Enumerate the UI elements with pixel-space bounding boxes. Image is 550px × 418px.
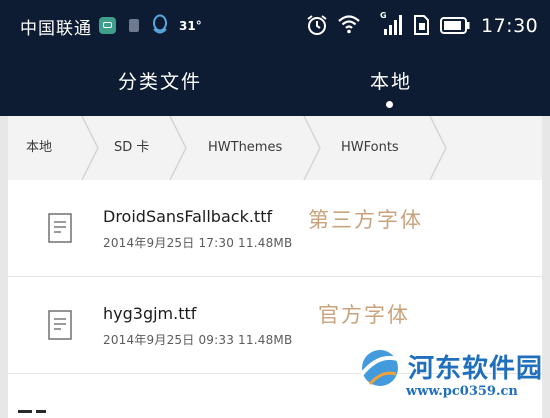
- wifi-icon: [338, 15, 360, 34]
- tab-categories[interactable]: 分类文件: [118, 67, 202, 94]
- breadcrumb-sd-card[interactable]: SD 卡: [114, 116, 149, 180]
- document-icon: [48, 310, 72, 340]
- alarm-icon: [307, 15, 327, 35]
- file-meta: 2014年9月25日 09:33 11.48MB: [103, 333, 293, 347]
- watermark-name: 河东软件园: [408, 354, 544, 384]
- site-watermark: 河东软件园 www.pc0359.cn: [356, 342, 546, 414]
- breadcrumb-local[interactable]: 本地: [26, 116, 52, 180]
- document-icon: [48, 213, 72, 243]
- file-annotation: 第三方字体: [308, 208, 423, 232]
- chevron-right-icon: [169, 116, 187, 180]
- sim-card-icon: [414, 15, 429, 35]
- svg-text:G: G: [380, 11, 387, 20]
- battery-icon: [440, 17, 470, 34]
- chevron-right-icon: [303, 116, 321, 180]
- file-name: hyg3gjm.ttf: [103, 304, 197, 323]
- status-bar: 中国联通 31° G 17:30: [0, 0, 550, 55]
- breadcrumb-hwthemes[interactable]: HWThemes: [208, 116, 282, 180]
- carrier-name: 中国联通: [20, 19, 92, 39]
- watermark-url: www.pc0359.cn: [406, 384, 518, 399]
- app-notification-icon: [99, 17, 116, 34]
- file-meta: 2014年9月25日 17:30 11.48MB: [103, 236, 293, 250]
- app-header: 中国联通 31° G 17:30 分类文件 本地: [0, 0, 550, 116]
- tab-local[interactable]: 本地: [370, 67, 412, 94]
- chevron-right-icon: [81, 116, 99, 180]
- chevron-right-icon: [429, 116, 447, 180]
- active-tab-indicator: [386, 101, 393, 108]
- tab-bar: 分类文件 本地: [0, 55, 550, 116]
- sim-icon: [126, 17, 143, 34]
- partial-list-item: [18, 410, 46, 413]
- breadcrumb: 本地 SD 卡 HWThemes HWFonts: [8, 116, 542, 180]
- temperature: 31°: [179, 19, 202, 33]
- left-margin: [0, 116, 8, 418]
- breadcrumb-hwfonts[interactable]: HWFonts: [341, 116, 399, 180]
- status-time: 17:30: [481, 15, 539, 37]
- qq-icon: [153, 14, 167, 34]
- watermark-logo-icon: [360, 350, 401, 386]
- file-annotation: 官方字体: [318, 303, 410, 327]
- file-name: DroidSansFallback.ttf: [103, 207, 273, 226]
- signal-icon: G: [380, 11, 402, 35]
- file-manager-screen: 中国联通 31° G 17:30 分类文件 本地 本地 SD 卡 HWTheme…: [0, 0, 550, 418]
- file-item[interactable]: DroidSansFallback.ttf 2014年9月25日 17:30 1…: [8, 180, 542, 277]
